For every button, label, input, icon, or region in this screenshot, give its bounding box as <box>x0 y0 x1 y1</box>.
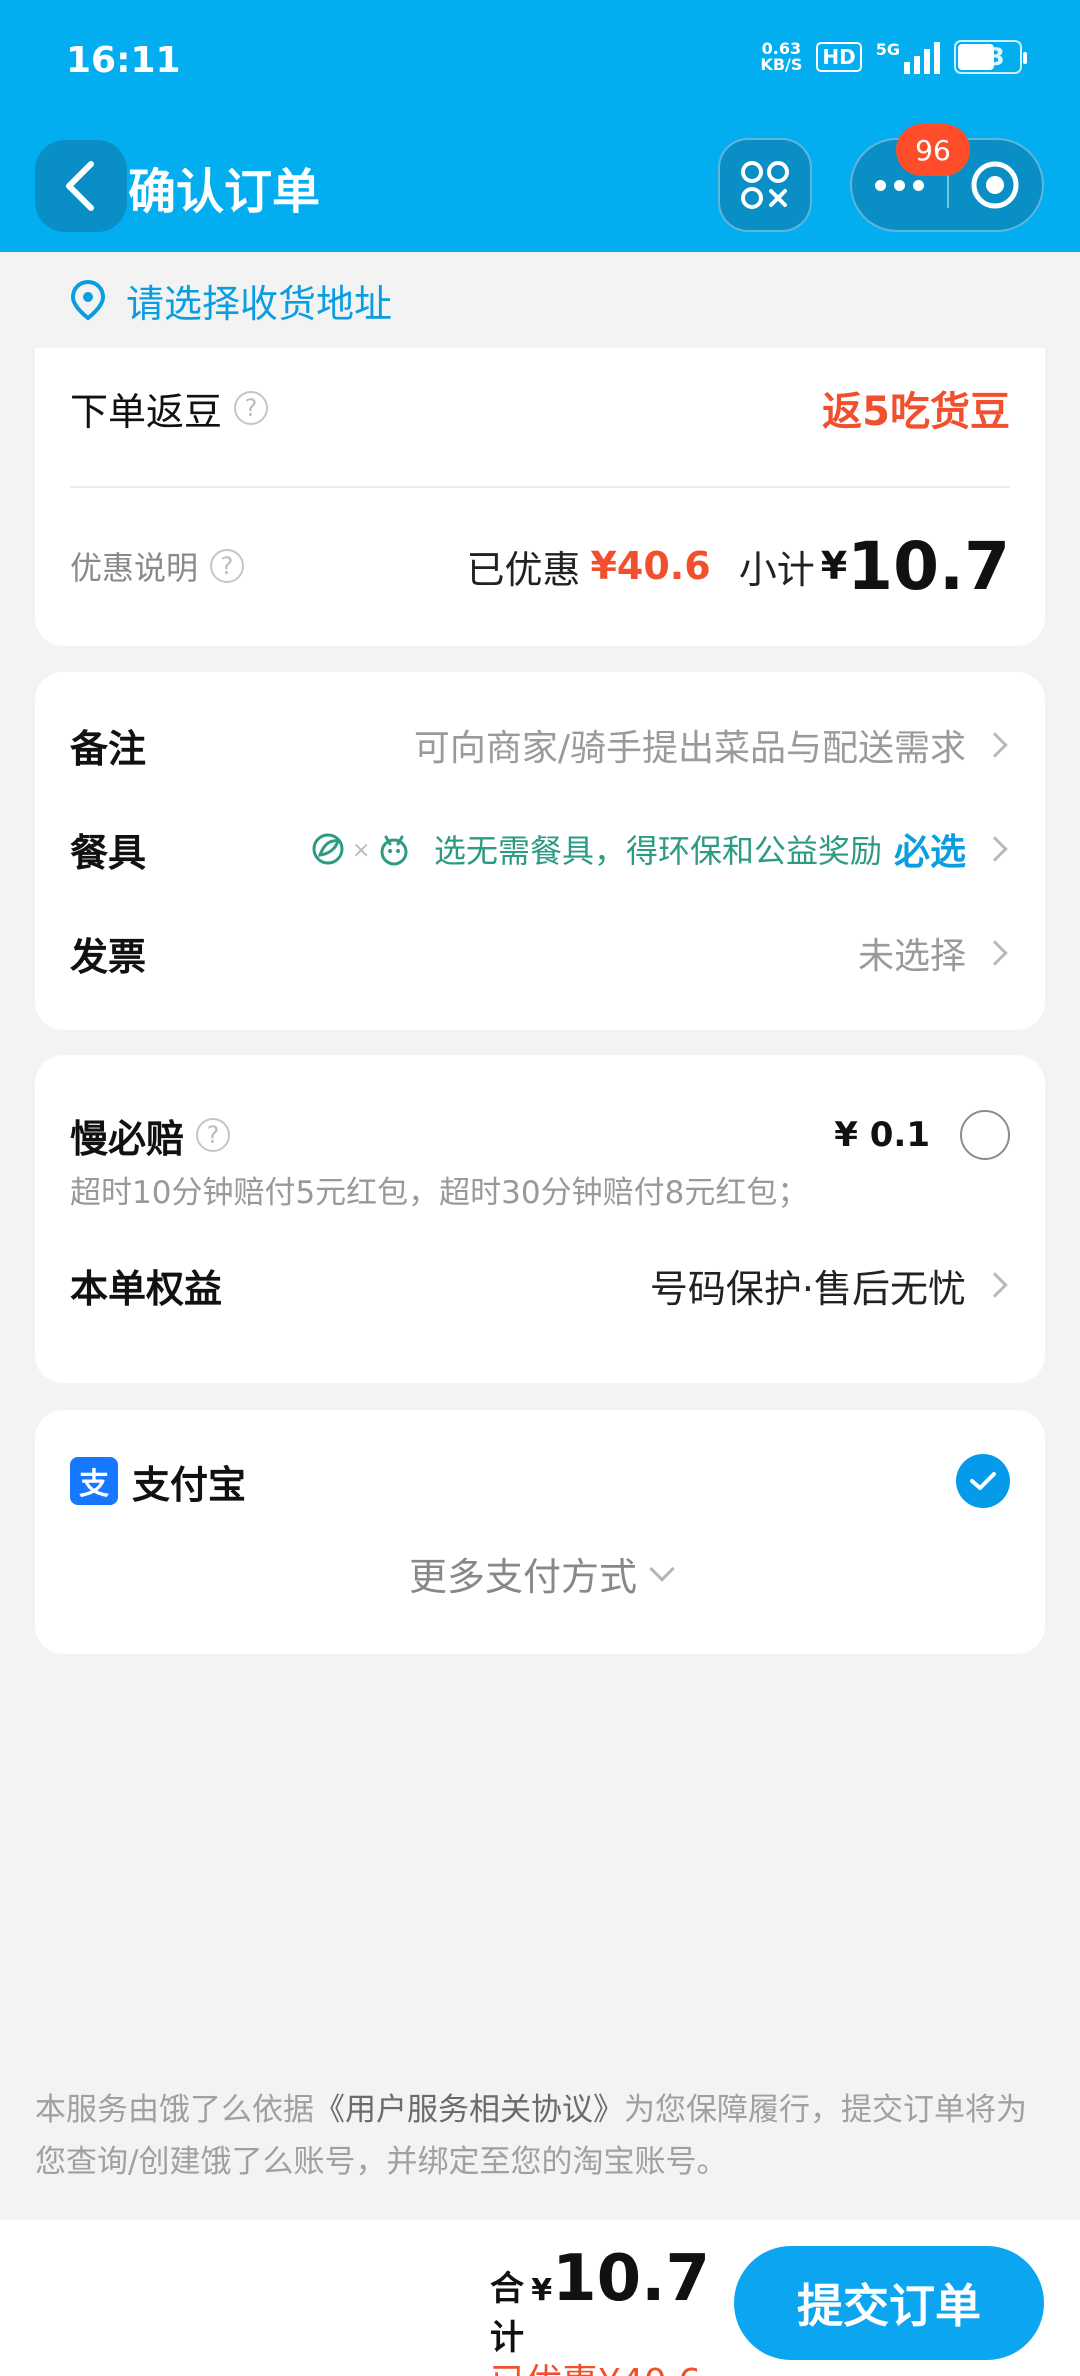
chevron-right-icon <box>982 836 1008 862</box>
order-options-card: 备注 可向商家/骑手提出菜品与配送需求 餐具 × 选无需餐具，得环保和公益奖励 … <box>35 672 1045 1030</box>
network-speed-unit: KB/S <box>760 55 803 74</box>
target-icon <box>971 161 1019 209</box>
utensil-required-tag: 必选 <box>893 832 966 873</box>
help-icon[interactable]: ? <box>234 391 269 425</box>
fandou-label: 下单返豆 <box>70 389 223 434</box>
checkout-bar: 合计 ¥ 10.7 已优惠¥40.6 提交订单 <box>0 2220 1080 2376</box>
utensil-row[interactable]: 餐具 × 选无需餐具，得环保和公益奖励 必选 <box>70 814 1010 884</box>
total-value: 10.7 <box>552 2242 710 2316</box>
fandou-row: 下单返豆 ? 返5吃货豆 <box>70 378 1010 438</box>
chevron-right-icon <box>982 940 1008 966</box>
note-row[interactable]: 备注 可向商家/骑手提出菜品与配送需求 <box>70 710 1010 780</box>
signal-bar <box>934 42 940 74</box>
alipay-label: 支付宝 <box>132 1462 247 1507</box>
invoice-label: 发票 <box>70 934 147 979</box>
total-label: 合计 <box>490 2269 524 2358</box>
signal-bar <box>904 62 910 74</box>
total-line: 合计 ¥ 10.7 <box>490 2242 710 2359</box>
chevron-right-icon <box>982 1272 1008 1298</box>
more-payment-methods[interactable]: 更多支付方式 <box>35 1546 1045 1601</box>
fandou-value: 返5吃货豆 <box>822 389 1010 435</box>
guarantee-card: 慢必赔 ? ¥ 0.1 超时10分钟赔付5元红包，超时30分钟赔付8元红包； 本… <box>35 1055 1045 1383</box>
subtotal-label: 小计 <box>738 547 815 592</box>
scan-button[interactable] <box>718 138 812 232</box>
alipay-option[interactable]: 支 支付宝 <box>70 1446 1010 1516</box>
battery-level: 53 <box>971 43 1005 71</box>
service-agreement-notice: 本服务由饿了么依据《用户服务相关协议》为您保障履行，提交订单将为您查询/创建饿了… <box>35 2084 1045 2188</box>
address-selector[interactable]: 请选择收货地址 <box>0 252 1080 348</box>
note-hint: 可向商家/骑手提出菜品与配送需求 <box>413 728 966 769</box>
slow-compensation-label: 慢必赔 <box>70 1116 185 1161</box>
note-label: 备注 <box>70 726 147 771</box>
eco-reward-icon: × <box>312 833 408 866</box>
invoice-value: 未选择 <box>857 936 966 977</box>
message-count-badge: 96 <box>896 124 970 176</box>
slow-compensation-radio[interactable] <box>960 1110 1010 1160</box>
invoice-row[interactable]: 发票 未选择 <box>70 918 1010 988</box>
status-time: 16:11 <box>66 40 181 81</box>
promo-row: 优惠说明 ? 已优惠 ¥40.6 小计 ¥ 10.7 <box>70 526 1010 606</box>
checkmark-icon <box>970 1472 996 1490</box>
alipay-icon: 支 <box>70 1457 118 1505</box>
order-rights-value: 号码保护·售后无忧 <box>649 1266 966 1311</box>
hd-icon: HD <box>816 42 862 72</box>
submit-order-button[interactable]: 提交订单 <box>734 2246 1044 2360</box>
help-icon[interactable]: ? <box>196 1118 231 1152</box>
selected-check-icon[interactable] <box>956 1454 1010 1508</box>
signal-bar <box>924 49 930 74</box>
more-dot-icon <box>875 179 886 191</box>
utensil-hint: 选无需餐具，得环保和公益奖励 <box>433 832 882 870</box>
page-title: 确认订单 <box>128 164 321 220</box>
more-payment-label: 更多支付方式 <box>408 1555 637 1599</box>
subtotal-value: 10.7 <box>847 527 1010 605</box>
more-dot-icon <box>894 179 905 191</box>
total-currency: ¥ <box>531 2273 553 2308</box>
battery-icon: 53 <box>954 40 1027 74</box>
signal-icon: 5G <box>876 40 940 74</box>
top-bar: 16:11 0.63 KB/S HD 5G 53 确认订单 96 <box>0 0 1080 252</box>
utensil-label: 餐具 <box>70 830 147 875</box>
order-summary-card: 下单返豆 ? 返5吃货豆 优惠说明 ? 已优惠 ¥40.6 小计 ¥ 10.7 <box>35 348 1045 646</box>
order-rights-row[interactable]: 本单权益 号码保护·售后无忧 <box>70 1245 1010 1325</box>
saved-label: 已优惠 <box>466 547 581 592</box>
slow-compensation-desc: 超时10分钟赔付5元红包，超时30分钟赔付8元红包； <box>70 1175 809 1211</box>
payment-card: 支 支付宝 更多支付方式 <box>35 1410 1045 1654</box>
back-button[interactable] <box>35 140 127 232</box>
address-placeholder: 请选择收货地址 <box>126 281 393 326</box>
total-block: 合计 ¥ 10.7 已优惠¥40.6 <box>490 2242 710 2376</box>
chevron-down-icon <box>649 1555 675 1582</box>
svg-text:×: × <box>352 838 370 863</box>
location-pin-icon <box>70 279 106 321</box>
promo-label: 优惠说明 <box>70 549 199 587</box>
more-button[interactable] <box>852 179 947 191</box>
divider <box>70 486 1010 488</box>
subtotal-currency: ¥ <box>820 544 848 588</box>
chevron-right-icon <box>982 732 1008 758</box>
more-dot-icon <box>913 179 924 191</box>
agreement-prefix: 本服务由饿了么依据 <box>35 2092 314 2128</box>
network-type: 5G <box>875 40 900 59</box>
slow-compensation-row: 慢必赔 ? ¥ 0.1 <box>70 1105 1010 1165</box>
chevron-left-icon <box>66 161 94 211</box>
total-saved: 已优惠¥40.6 <box>490 2353 710 2376</box>
signal-bar <box>914 56 920 74</box>
saved-value: ¥40.6 <box>590 544 711 588</box>
slow-compensation-price: ¥ 0.1 <box>834 1115 930 1155</box>
scan-icon <box>741 161 789 209</box>
network-speed: 0.63 KB/S <box>760 41 802 73</box>
help-icon[interactable]: ? <box>210 549 245 583</box>
status-icons: 0.63 KB/S HD 5G 53 <box>760 40 1027 74</box>
order-rights-label: 本单权益 <box>70 1266 223 1311</box>
agreement-link[interactable]: 《用户服务相关协议》 <box>314 2092 624 2128</box>
